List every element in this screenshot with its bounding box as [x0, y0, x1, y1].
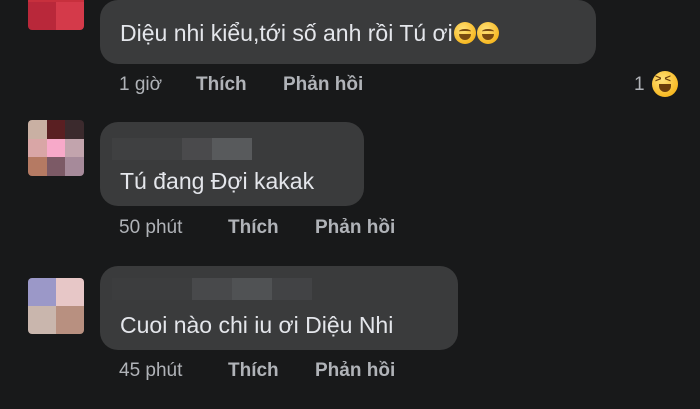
- reply-button[interactable]: Phản hồi: [315, 217, 395, 239]
- like-button[interactable]: Thích: [196, 74, 247, 96]
- rofl-emoji: [453, 22, 476, 44]
- comment-text: Tú đang Đợi kakak: [120, 168, 315, 194]
- comment-time[interactable]: 45 phút: [119, 360, 182, 382]
- comment-text: Cuoi nào chi iu ơi Diệu Nhi: [120, 312, 394, 338]
- like-button[interactable]: Thích: [228, 360, 279, 382]
- reply-button[interactable]: Phản hồi: [315, 360, 395, 382]
- reply-button[interactable]: Phản hồi: [283, 74, 363, 96]
- comment-time[interactable]: 1 giờ: [119, 74, 162, 96]
- avatar[interactable]: [28, 0, 84, 30]
- reaction-count[interactable]: 1: [634, 74, 645, 96]
- avatar[interactable]: [28, 278, 84, 334]
- author-name-blurred[interactable]: [112, 278, 312, 300]
- laughing-emoji[interactable]: [652, 71, 678, 97]
- rofl-emoji: [476, 22, 499, 44]
- avatar[interactable]: [28, 120, 84, 176]
- comment-time[interactable]: 50 phút: [119, 217, 182, 239]
- like-button[interactable]: Thích: [228, 217, 279, 239]
- author-name-blurred[interactable]: [112, 138, 252, 160]
- comment-text: Diệu nhi kiểu,tới số anh rồi Tú ơi: [120, 20, 499, 47]
